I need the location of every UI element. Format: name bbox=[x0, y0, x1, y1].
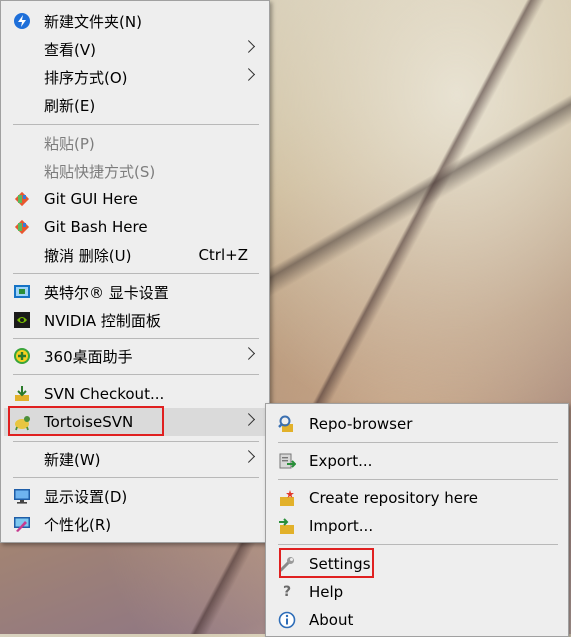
menu-separator bbox=[13, 124, 259, 125]
menu-item-new[interactable]: 新建(W) bbox=[4, 445, 266, 473]
submenu-item-repo-browser[interactable]: Repo-browser bbox=[269, 410, 565, 438]
menu-item-paste[interactable]: 粘贴(P) bbox=[4, 129, 266, 157]
menu-separator bbox=[13, 338, 259, 339]
submenu-item-create-repository[interactable]: Create repository here bbox=[269, 484, 565, 512]
menu-item-display-settings[interactable]: 显示设置(D) bbox=[4, 482, 266, 510]
menu-item-svn-checkout[interactable]: SVN Checkout... bbox=[4, 380, 266, 408]
menu-item-paste-shortcut[interactable]: 粘贴快捷方式(S) bbox=[4, 157, 266, 185]
chevron-right-icon bbox=[242, 40, 256, 53]
menu-separator bbox=[278, 479, 558, 480]
personalize-icon bbox=[13, 515, 31, 533]
menu-item-label: 360桌面助手 bbox=[44, 347, 133, 366]
menu-item-nvidia[interactable]: NVIDIA 控制面板 bbox=[4, 306, 266, 334]
menu-item-label: 刷新(E) bbox=[44, 96, 96, 115]
menu-item-label: 查看(V) bbox=[44, 40, 96, 59]
intel-graphics-icon bbox=[13, 283, 31, 301]
menu-item-git-bash[interactable]: Git Bash Here bbox=[4, 213, 266, 241]
menu-item-label: Help bbox=[309, 583, 344, 601]
submenu-item-import[interactable]: Import... bbox=[269, 512, 565, 540]
menu-item-refresh[interactable]: 刷新(E) bbox=[4, 91, 266, 119]
display-settings-icon bbox=[13, 487, 31, 505]
repo-browser-icon bbox=[278, 415, 296, 433]
menu-item-label: Git Bash Here bbox=[44, 218, 148, 236]
import-icon bbox=[278, 517, 296, 535]
menu-item-label: 粘贴快捷方式(S) bbox=[44, 162, 156, 181]
svn-checkout-icon bbox=[13, 385, 31, 403]
menu-item-personalize[interactable]: 个性化(R) bbox=[4, 510, 266, 538]
menu-separator bbox=[278, 442, 558, 443]
nvidia-icon bbox=[13, 311, 31, 329]
menu-item-360-assistant[interactable]: 360桌面助手 bbox=[4, 342, 266, 370]
menu-item-label: 新建文件夹(N) bbox=[44, 12, 142, 31]
blue-arrow-icon bbox=[13, 12, 31, 30]
info-icon bbox=[278, 611, 296, 629]
highlight-box-tortoisesvn bbox=[8, 406, 164, 436]
menu-item-label: 英特尔® 显卡设置 bbox=[44, 283, 169, 302]
menu-item-label: SVN Checkout... bbox=[44, 385, 165, 403]
menu-item-label: Import... bbox=[309, 517, 374, 535]
menu-item-sort[interactable]: 排序方式(O) bbox=[4, 63, 266, 91]
submenu-item-help[interactable]: ? Help bbox=[269, 578, 565, 606]
menu-item-label: 排序方式(O) bbox=[44, 68, 128, 87]
menu-separator bbox=[278, 544, 558, 545]
menu-item-label: 新建(W) bbox=[44, 450, 101, 469]
submenu-item-export[interactable]: Export... bbox=[269, 447, 565, 475]
menu-item-label: 显示设置(D) bbox=[44, 487, 128, 506]
menu-separator bbox=[13, 441, 259, 442]
create-repository-icon bbox=[278, 489, 296, 507]
menu-item-git-gui[interactable]: Git GUI Here bbox=[4, 185, 266, 213]
help-icon: ? bbox=[282, 584, 292, 600]
menu-item-shortcut: Ctrl+Z bbox=[198, 246, 248, 264]
git-icon bbox=[13, 218, 31, 236]
menu-item-new-folder[interactable]: 新建文件夹(N) bbox=[4, 7, 266, 35]
menu-item-label: Export... bbox=[309, 452, 373, 470]
menu-item-view[interactable]: 查看(V) bbox=[4, 35, 266, 63]
highlight-box-settings bbox=[279, 548, 374, 578]
menu-item-label: 个性化(R) bbox=[44, 515, 112, 534]
export-icon bbox=[278, 452, 296, 470]
chevron-right-icon bbox=[242, 68, 256, 81]
menu-item-label: NVIDIA 控制面板 bbox=[44, 311, 161, 330]
menu-separator bbox=[13, 477, 259, 478]
menu-item-label: 粘贴(P) bbox=[44, 134, 95, 153]
desktop-context-menu: 新建文件夹(N) 查看(V) 排序方式(O) 刷新(E) 粘贴(P) 粘贴快捷方… bbox=[0, 0, 270, 543]
submenu-item-about[interactable]: About bbox=[269, 606, 565, 634]
menu-separator bbox=[13, 374, 259, 375]
menu-item-label: Repo-browser bbox=[309, 415, 413, 433]
menu-item-label: About bbox=[309, 611, 354, 629]
menu-item-label: Create repository here bbox=[309, 489, 479, 507]
menu-item-undo-delete[interactable]: 撤消 删除(U) Ctrl+Z bbox=[4, 241, 266, 269]
git-icon bbox=[13, 190, 31, 208]
chevron-right-icon bbox=[242, 347, 256, 360]
menu-item-label: Git GUI Here bbox=[44, 190, 138, 208]
chevron-right-icon bbox=[242, 450, 256, 463]
360-icon bbox=[13, 347, 31, 365]
chevron-right-icon bbox=[242, 413, 256, 426]
menu-separator bbox=[13, 273, 259, 274]
menu-item-label: 撤消 删除(U) bbox=[44, 246, 132, 265]
menu-item-intel-graphics[interactable]: 英特尔® 显卡设置 bbox=[4, 278, 266, 306]
tortoisesvn-submenu: Repo-browser Export... Create repository… bbox=[265, 403, 569, 637]
